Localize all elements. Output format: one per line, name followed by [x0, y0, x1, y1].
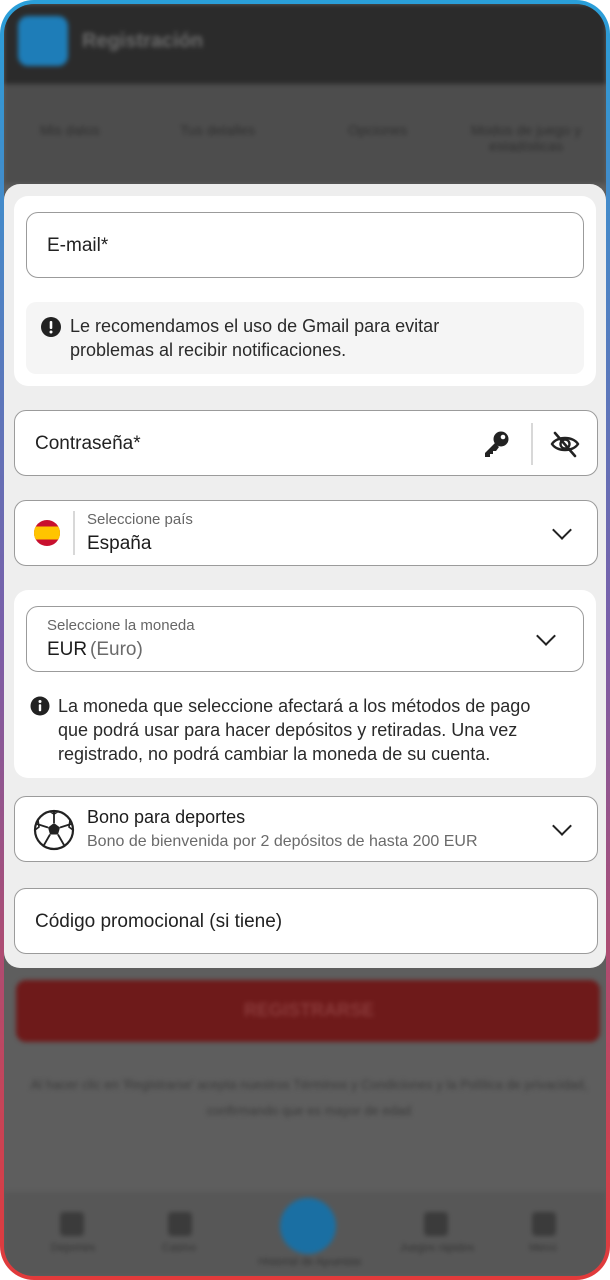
alert-icon: [41, 317, 61, 337]
eye-slash-icon[interactable]: [549, 429, 581, 459]
bg-center-button: [280, 1198, 336, 1254]
gmail-notice-line2: problemas al recibir notificaciones.: [70, 340, 347, 360]
currency-notice-line3: registrado, no podrá cambiar la moneda d…: [58, 744, 491, 764]
promo-code-field[interactable]: Código promocional (si tiene): [14, 888, 598, 954]
info-icon: [30, 696, 50, 716]
bg-nav-label: Casino: [161, 1242, 197, 1254]
password-placeholder: Contraseña*: [35, 433, 141, 454]
bg-nav-label: Juegos rápidos: [399, 1242, 475, 1254]
bg-nav-icon: [168, 1212, 192, 1236]
screen: Registración Mis datos Tus detalles Opci…: [4, 4, 606, 1276]
bg-tab: Opciones: [348, 122, 408, 138]
spain-flag-icon: [34, 520, 60, 546]
bg-tab: Mis datos: [40, 122, 100, 138]
bg-tab: Modos de juego y estadísticas: [470, 122, 582, 154]
country-label: Seleccione país: [87, 511, 193, 528]
gmail-notice: Le recomendamos el uso de Gmail para evi…: [26, 302, 584, 374]
currency-label: Seleccione la moneda: [47, 617, 195, 634]
bg-nav-label: Deportes: [50, 1242, 96, 1254]
chevron-down-icon: [536, 626, 556, 646]
email-field[interactable]: E-mail*: [26, 212, 584, 278]
bonus-title: Bono para deportes: [87, 807, 246, 827]
bg-nav-label: Historial de Apuestas: [258, 1256, 362, 1268]
gmail-notice-line1: Le recomendamos el uso de Gmail para evi…: [70, 316, 440, 336]
soccer-ball-icon: [33, 809, 75, 851]
email-card: E-mail* Le recomendamos el uso de Gmail …: [14, 196, 596, 386]
promo-placeholder: Código promocional (si tiene): [35, 911, 283, 932]
bg-header-title: Registración: [82, 30, 204, 52]
currency-name: (Euro): [90, 639, 143, 660]
bg-nav-icon: [424, 1212, 448, 1236]
registration-form: E-mail* Le recomendamos el uso de Gmail …: [4, 184, 606, 968]
currency-card: Seleccione la moneda EUR (Euro) La moned…: [14, 590, 596, 778]
chevron-down-icon: [552, 816, 572, 836]
currency-notice-line1: La moneda que seleccione afectará a los …: [58, 696, 531, 716]
divider: [73, 511, 75, 555]
divider: [531, 423, 533, 465]
bg-logo: [18, 16, 68, 66]
bg-nav-icon: [60, 1212, 84, 1236]
bg-tab: Tus detalles: [180, 122, 255, 138]
country-select[interactable]: Seleccione país España: [14, 500, 598, 566]
email-placeholder: E-mail*: [47, 235, 109, 256]
chevron-down-icon: [552, 520, 572, 540]
password-field[interactable]: Contraseña*: [14, 410, 598, 476]
bg-register-label: REGISTRARSE: [243, 1000, 375, 1020]
currency-notice-line2: que podrá usar para hacer depósitos y re…: [58, 720, 518, 740]
bg-nav-label: Menú: [529, 1242, 557, 1254]
key-icon[interactable]: [481, 429, 511, 459]
currency-code: EUR: [47, 639, 88, 660]
bonus-select[interactable]: Bono para deportes Bono de bienvenida po…: [14, 796, 598, 862]
currency-select[interactable]: Seleccione la moneda EUR (Euro): [26, 606, 584, 672]
bg-terms: Al hacer clic en 'Registrarse' acepta nu…: [30, 1077, 588, 1118]
bonus-subtitle: Bono de bienvenida por 2 depósitos de ha…: [87, 833, 478, 850]
country-value: España: [87, 533, 152, 554]
device-frame: Registración Mis datos Tus detalles Opci…: [0, 0, 610, 1280]
bg-nav-icon: [532, 1212, 556, 1236]
